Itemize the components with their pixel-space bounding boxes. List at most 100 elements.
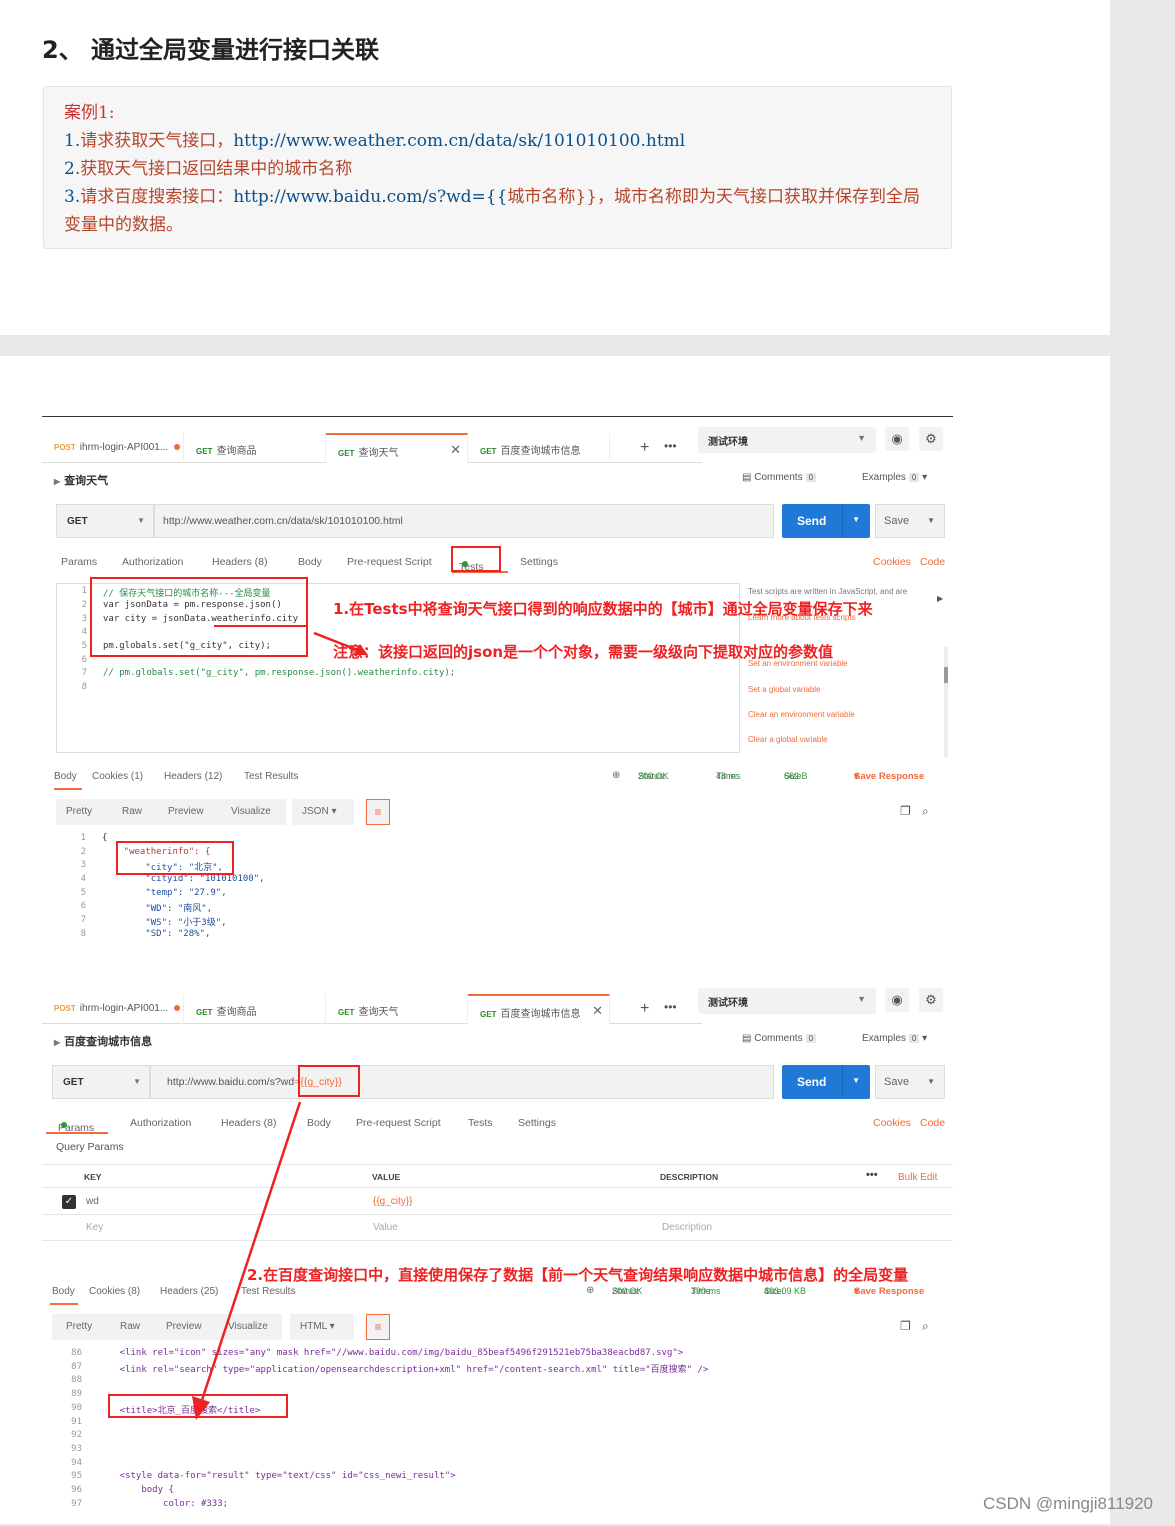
copy-icon[interactable]: ❐ (900, 804, 911, 818)
tab-weather[interactable]: GET 查询天气 (326, 994, 468, 1024)
line-number: 93 (71, 1443, 82, 1454)
view-raw[interactable]: Raw (110, 1314, 150, 1340)
code-link[interactable]: Code (920, 1117, 945, 1129)
query-params-label: Query Params (56, 1141, 124, 1153)
highlight-city (116, 841, 234, 875)
save-button[interactable]: Save ▼ (875, 504, 945, 538)
tab-goods[interactable]: GET 查询商品 (184, 994, 326, 1024)
line-number: 95 (71, 1471, 82, 1482)
search-icon[interactable]: ⌕ (922, 1319, 929, 1334)
res-tab-cookies[interactable]: Cookies (1) (92, 771, 143, 782)
res-tab-cookies[interactable]: Cookies (8) (89, 1286, 140, 1297)
view-raw[interactable]: Raw (112, 799, 152, 825)
request-tabs: POST ihrm-login-API001... GET 查询商品 GET 查询天气… (42, 433, 702, 463)
checkbox-icon[interactable]: ✓ (62, 1195, 76, 1209)
view-preview[interactable]: Preview (158, 799, 214, 825)
underline-weatherinfo (214, 625, 306, 627)
more-icon[interactable]: ••• (664, 1000, 677, 1014)
tab-tests[interactable]: Tests (468, 1117, 493, 1129)
more-icon[interactable]: ••• (866, 1169, 878, 1181)
params-table-header: KEY VALUE DESCRIPTION ••• Bulk Edit (42, 1164, 953, 1188)
plus-icon[interactable]: + (640, 439, 649, 457)
line-number: 90 (71, 1402, 82, 1413)
send-button[interactable]: Send ▼ (782, 1065, 870, 1099)
eye-icon[interactable]: ◉ (885, 988, 909, 1012)
code-link[interactable]: Code (920, 556, 945, 568)
cookies-link[interactable]: Cookies (873, 556, 911, 568)
close-icon[interactable]: ✕ (450, 442, 461, 458)
tab-pre-request[interactable]: Pre-request Script (347, 556, 432, 568)
save-response-button[interactable]: Save Response ▾ (854, 1286, 924, 1297)
save-response-button[interactable]: Save Response ▾ (854, 771, 924, 782)
article-card-top: 2、 通过全局变量进行接口关联 案例1: 1.请求获取天气接口，http://w… (0, 0, 1110, 335)
url-input[interactable]: http://www.baidu.com/s?wd={{g_city}} (150, 1065, 774, 1099)
tab-params[interactable]: Params (61, 556, 97, 568)
value-input[interactable]: Value (373, 1222, 398, 1233)
size-value: 493.09 KB (764, 1286, 807, 1296)
table-row: ✓ wd {{g_city}} (42, 1189, 953, 1215)
eye-icon[interactable]: ◉ (885, 427, 909, 451)
tab-settings[interactable]: Settings (520, 556, 558, 568)
tab-weather[interactable]: GET 查询天气 ✕ (326, 433, 468, 463)
res-tab-body[interactable]: Body (52, 1286, 75, 1297)
param-key[interactable]: wd (86, 1196, 99, 1207)
caret-right-icon[interactable]: ▶ (937, 594, 943, 603)
view-pretty[interactable]: Pretty (56, 1314, 102, 1340)
wrap-icon[interactable]: ≡ (366, 1314, 390, 1340)
res-tab-headers[interactable]: Headers (12) (164, 771, 222, 782)
comments-button[interactable]: ▤ Comments 0 (742, 1033, 817, 1044)
res-tab-body[interactable]: Body (54, 771, 77, 782)
postman-weather-screenshot: POST ihrm-login-API001... GET 查询商品 GET 查询天气… (42, 416, 953, 964)
examples-button[interactable]: Examples 0 ▾ (862, 1033, 927, 1044)
scrollbar[interactable] (944, 647, 948, 757)
view-pretty[interactable]: Pretty (56, 799, 102, 825)
tab-baidu[interactable]: GET 百度查询城市信息 (468, 433, 610, 463)
environment-select[interactable]: 测试环境 ▼ (698, 427, 876, 453)
snippet-clear-global[interactable]: Clear a global variable (748, 735, 828, 744)
tab-login[interactable]: POST ihrm-login-API001... (42, 433, 184, 463)
url-input[interactable]: http://www.weather.com.cn/data/sk/101010… (154, 504, 774, 538)
section-heading: 2、 通过全局变量进行接口关联 (42, 36, 380, 64)
active-tab-underline (50, 1303, 78, 1305)
gear-icon[interactable]: ⚙ (919, 427, 943, 451)
case-box: 案例1: 1.请求获取天气接口，http://www.weather.com.c… (43, 86, 952, 249)
tab-authorization[interactable]: Authorization (122, 556, 183, 568)
tab-body[interactable]: Body (298, 556, 322, 568)
search-icon[interactable]: ⌕ (922, 804, 929, 819)
bulk-edit-link[interactable]: Bulk Edit (898, 1172, 937, 1183)
format-select[interactable]: JSON ▾ (292, 799, 354, 825)
more-icon[interactable]: ••• (664, 439, 677, 453)
save-button[interactable]: Save ▼ (875, 1065, 945, 1099)
snippet-set-global[interactable]: Set a global variable (748, 685, 821, 694)
gear-icon[interactable]: ⚙ (919, 988, 943, 1012)
line-number: 88 (71, 1375, 82, 1386)
request-tabs: POST ihrm-login-API001... GET 查询商品 GET 查询天气… (42, 994, 702, 1024)
description-input[interactable]: Description (662, 1222, 712, 1233)
tab-baidu[interactable]: GET 百度查询城市信息 ✕ (468, 994, 610, 1024)
view-visualize[interactable]: Visualize (221, 799, 281, 825)
caret-right-icon: ▶ (54, 477, 61, 486)
method-select[interactable]: GET ▼ (52, 1065, 150, 1099)
snippet-clear-env[interactable]: Clear an environment variable (748, 710, 855, 719)
tab-pre-request[interactable]: Pre-request Script (356, 1117, 441, 1129)
res-tab-test-results[interactable]: Test Results (244, 771, 298, 782)
wrap-icon[interactable]: ≡ (366, 799, 390, 825)
annotation-2: 2.在百度查询接口中，直接使用保存了数据【前一个天气查询结果响应数据中城市信息】… (247, 1266, 909, 1284)
plus-icon[interactable]: + (640, 1000, 649, 1018)
copy-icon[interactable]: ❐ (900, 1319, 911, 1333)
environment-select[interactable]: 测试环境 ▼ (698, 988, 876, 1014)
close-icon[interactable]: ✕ (592, 1003, 603, 1019)
chevron-down-icon: ▼ (927, 1077, 935, 1086)
tab-login[interactable]: POST ihrm-login-API001... (42, 994, 184, 1024)
tab-headers[interactable]: Headers (8) (212, 556, 267, 568)
param-value[interactable]: {{g_city}} (373, 1196, 412, 1207)
cookies-link[interactable]: Cookies (873, 1117, 911, 1129)
line-number: 96 (71, 1485, 82, 1495)
examples-button[interactable]: Examples 0 ▾ (862, 472, 927, 483)
tab-goods[interactable]: GET 查询商品 (184, 433, 326, 463)
comments-button[interactable]: ▤ Comments 0 (742, 472, 817, 483)
key-input[interactable]: Key (86, 1222, 103, 1233)
method-select[interactable]: GET ▼ (56, 504, 154, 538)
tab-settings[interactable]: Settings (518, 1117, 556, 1129)
send-button[interactable]: Send ▼ (782, 504, 870, 538)
